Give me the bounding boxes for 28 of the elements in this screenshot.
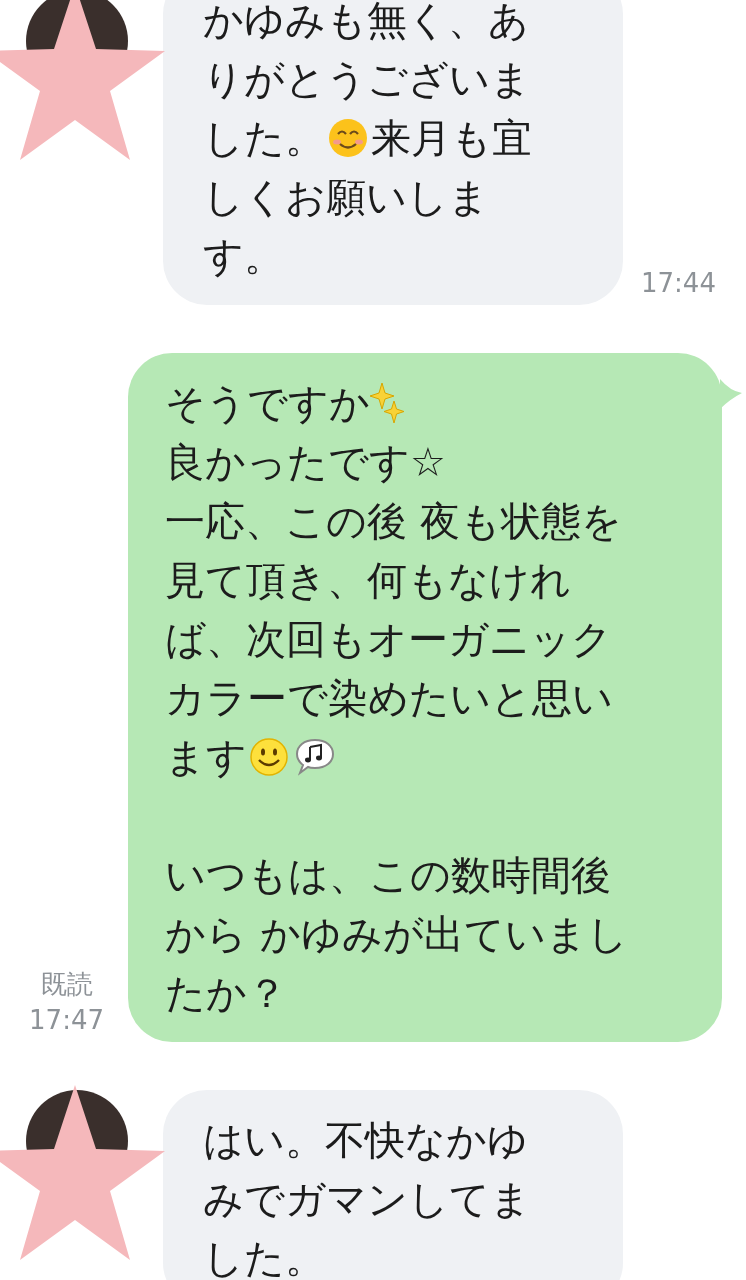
sparkles-icon bbox=[370, 380, 406, 425]
message-text: はい。不快なかゆ bbox=[203, 1115, 528, 1165]
music-note-bubble-icon bbox=[295, 737, 335, 776]
message-text: りがとうございま bbox=[203, 54, 531, 104]
star-sticker-icon bbox=[0, 0, 165, 160]
message-text: みでガマンしてま bbox=[203, 1174, 531, 1224]
star-sticker-icon bbox=[0, 1085, 165, 1260]
message-text: 来月も宜 bbox=[371, 113, 532, 163]
message-text: かゆみも無く、あ bbox=[203, 0, 529, 45]
message-text: しくお願いしま bbox=[203, 172, 489, 222]
message-text: 良かったです☆ bbox=[165, 437, 446, 487]
message-text: カラーで染めたいと思い bbox=[165, 673, 613, 723]
read-receipt: 既読 bbox=[40, 968, 93, 1001]
message-time: 17:47 bbox=[29, 1004, 104, 1037]
message-text: いつもは、この数時間後 bbox=[165, 850, 611, 900]
message-text: す。 bbox=[203, 231, 284, 281]
message-time: 17:44 bbox=[641, 267, 716, 300]
smiling-face-icon bbox=[327, 116, 369, 159]
message-text: から かゆみが出ていまし bbox=[165, 909, 628, 959]
message-text: ます bbox=[165, 732, 247, 782]
message-text: たか？ bbox=[165, 968, 287, 1018]
message-text: そうですか bbox=[165, 378, 370, 428]
message-text: した。 bbox=[203, 1233, 325, 1280]
message-text: した。 bbox=[203, 113, 325, 163]
smiley-face-icon bbox=[249, 736, 289, 777]
message-text: ば、次回もオーガニック bbox=[165, 614, 612, 664]
message-text: 一応、この後 夜も状態を bbox=[165, 496, 622, 546]
message-text: 見て頂き、何もなけれ bbox=[165, 555, 571, 605]
